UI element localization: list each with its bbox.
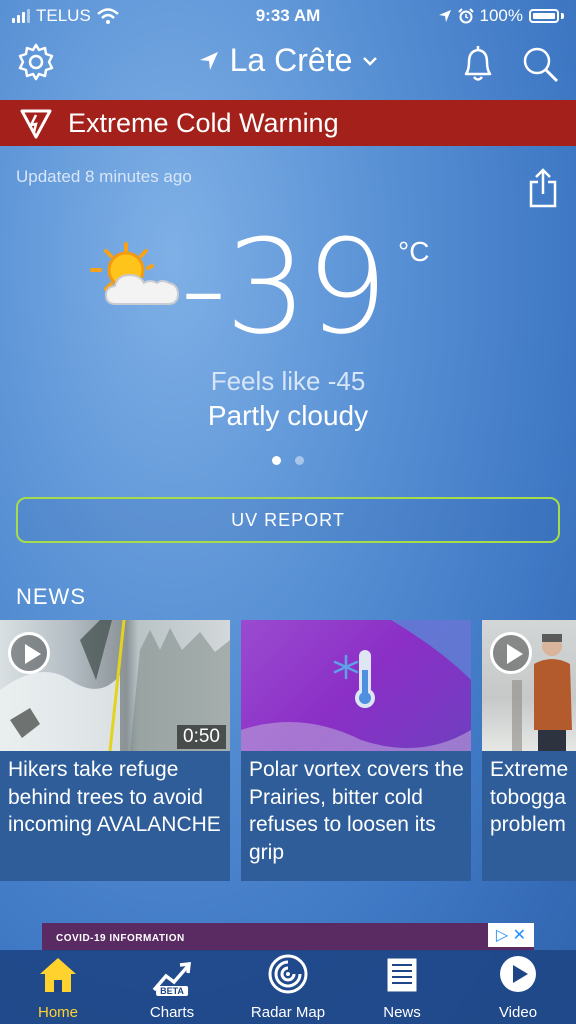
- polar-vortex-image: [241, 620, 471, 751]
- battery-percent: 100%: [479, 6, 523, 25]
- tab-label: Video: [498, 1004, 538, 1021]
- bell-icon: [464, 46, 492, 81]
- play-icon[interactable]: [8, 632, 50, 674]
- news-thumbnail: 0:50: [0, 620, 230, 751]
- tab-icon-wrap: [268, 950, 308, 994]
- tab-icon-wrap: [38, 950, 78, 994]
- alert-text: Extreme Cold Warning: [68, 107, 339, 138]
- news-card[interactable]: Extreme tobogga problem: [482, 620, 576, 881]
- status-bar: TELUS 9:33 AM 100%: [0, 0, 576, 32]
- news-title[interactable]: Extreme tobogga problem: [490, 756, 576, 839]
- battery-icon: [529, 9, 559, 23]
- tab-video[interactable]: Video: [460, 950, 576, 1024]
- news-thumbnail: [482, 620, 576, 751]
- play-icon: [500, 956, 536, 992]
- news-title[interactable]: Hikers take refuge behind trees to avoid…: [8, 756, 224, 839]
- location-arrow-icon: [199, 51, 218, 70]
- play-icon[interactable]: [490, 632, 532, 674]
- search-button[interactable]: [520, 44, 560, 84]
- tab-icon-wrap: [498, 950, 538, 994]
- feels-like: Feels like -45: [210, 366, 366, 396]
- tab-label: Radar Map: [250, 1004, 326, 1021]
- notifications-button[interactable]: [458, 42, 498, 84]
- updated-timestamp: Updated 8 minutes ago: [16, 167, 192, 186]
- location-name: La Crête: [229, 42, 353, 78]
- ad-label: COVID-19 INFORMATION: [56, 933, 185, 944]
- tab-radar-map[interactable]: Radar Map: [230, 950, 346, 1024]
- uv-report-button[interactable]: UV REPORT: [16, 497, 560, 543]
- warning-triangle-icon: [20, 109, 52, 139]
- news-title[interactable]: Polar vortex covers the Prairies, bitter…: [249, 756, 465, 866]
- tab-home[interactable]: Home: [0, 950, 116, 1024]
- page-dot-1[interactable]: [272, 456, 281, 465]
- beta-badge: BETA: [156, 986, 188, 996]
- share-icon: [529, 168, 557, 208]
- tab-bar: Home BETA Charts Radar Map News Video: [0, 950, 576, 1024]
- video-duration: 0:50: [177, 725, 226, 749]
- page-indicator[interactable]: [0, 456, 576, 465]
- share-button[interactable]: [528, 168, 558, 213]
- current-temperature: -39: [180, 211, 388, 363]
- tab-icon-wrap: [385, 950, 419, 994]
- page-dot-2[interactable]: [295, 456, 304, 465]
- tab-label: Home: [37, 1004, 78, 1021]
- location-arrow-icon: [438, 10, 451, 22]
- tab-charts[interactable]: BETA Charts: [114, 950, 230, 1024]
- ad-close-button[interactable]: ▷ ✕: [488, 923, 534, 947]
- news-card[interactable]: Polar vortex covers the Prairies, bitter…: [241, 620, 471, 881]
- home-icon: [40, 958, 76, 992]
- ad-banner[interactable]: COVID-19 INFORMATION ▷ ✕: [42, 923, 534, 951]
- condition-text: Partly cloudy: [207, 400, 369, 431]
- battery-tip: [561, 13, 564, 19]
- status-right: 100%: [438, 6, 564, 26]
- news-thumbnail: [241, 620, 471, 751]
- tab-news[interactable]: News: [344, 950, 460, 1024]
- tab-label: News: [383, 1004, 421, 1021]
- radar-icon: [268, 954, 308, 994]
- news-heading: NEWS: [16, 584, 86, 609]
- app-header: La Crête: [0, 34, 576, 96]
- newspaper-icon: [386, 957, 418, 993]
- alarm-icon: [457, 8, 474, 24]
- chevron-down-icon: [363, 56, 378, 66]
- weather-alert-banner[interactable]: Extreme Cold Warning: [0, 100, 576, 146]
- search-icon: [523, 47, 559, 83]
- temperature-unit: °C: [398, 236, 430, 267]
- news-card[interactable]: 0:50 Hikers take refuge behind trees to …: [0, 620, 230, 881]
- tab-label: Charts: [149, 1004, 195, 1021]
- sun-cloud-icon: [90, 242, 180, 305]
